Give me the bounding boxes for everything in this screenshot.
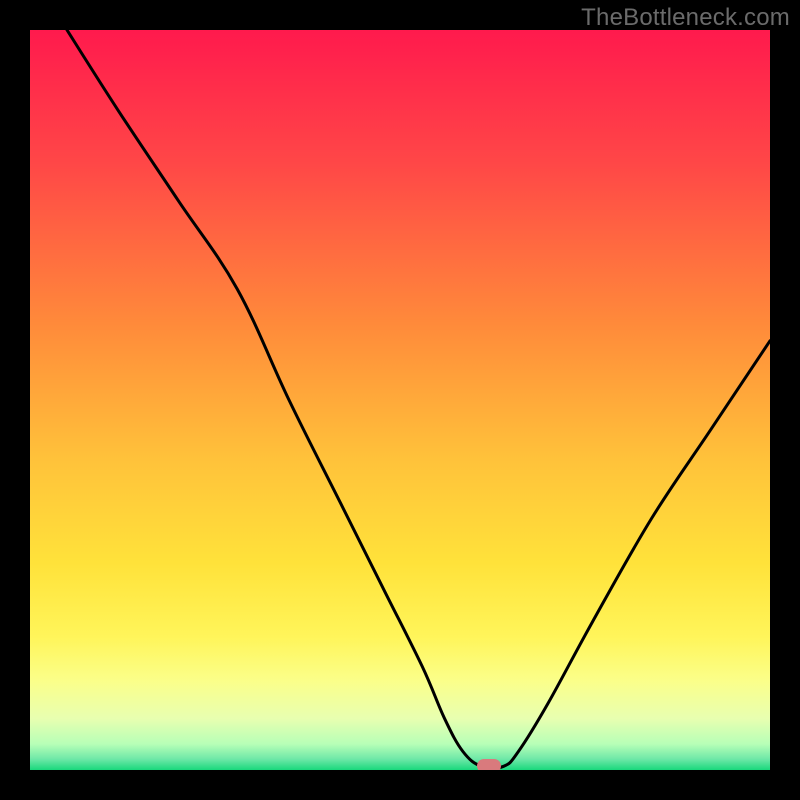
plot-area [30, 30, 770, 770]
optimal-marker [477, 759, 501, 770]
chart-frame: TheBottleneck.com [0, 0, 800, 800]
watermark-text: TheBottleneck.com [581, 4, 790, 32]
bottleneck-curve [30, 30, 770, 770]
